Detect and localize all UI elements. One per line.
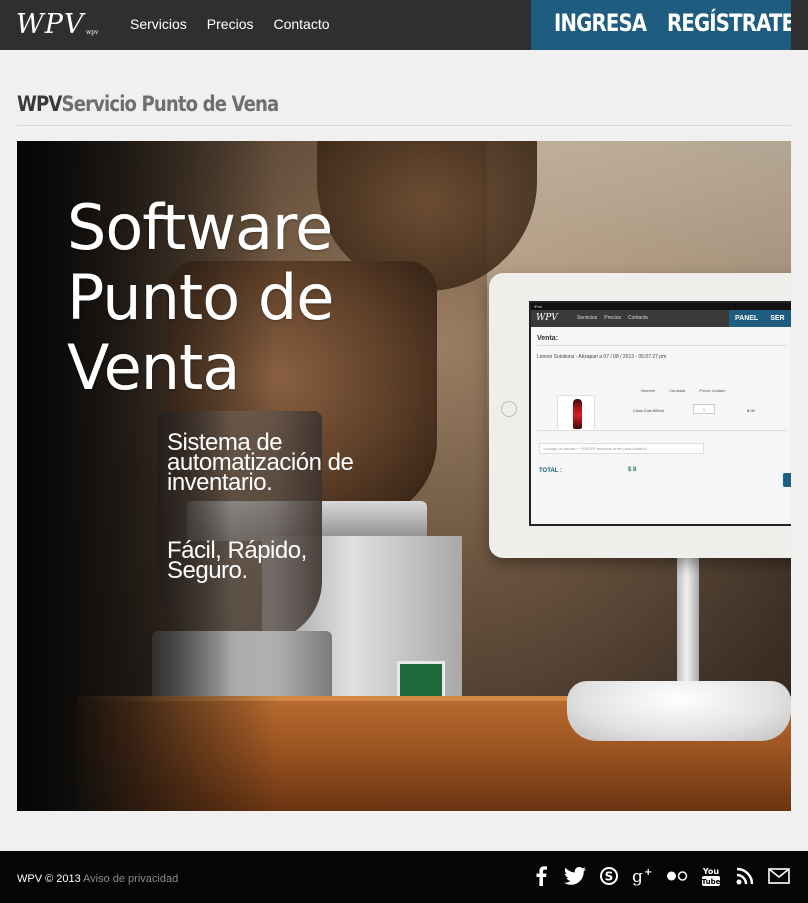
screen-panel-label: PANEL <box>735 315 759 322</box>
main-nav: Servicios Precios Contacto <box>130 16 330 32</box>
screen-nav-precios: Precios <box>604 315 621 321</box>
top-navbar: WPV wpv Servicios Precios Contacto INGRE… <box>0 0 808 50</box>
hero-grinder-badge <box>397 661 445 701</box>
svg-text:g: g <box>632 867 643 886</box>
tablet-stand-foot <box>567 681 791 741</box>
page-title-text: Servicio Punto de Vena <box>61 92 280 116</box>
copyright-text: WPV © 2013 <box>17 873 81 885</box>
facebook-icon[interactable] <box>530 865 552 887</box>
screen-product-image <box>557 395 595 431</box>
tablet-home-button <box>501 401 517 417</box>
screen-sale-meta: Lemon Solutions - Atizapan a 07 / 08 / 2… <box>537 354 667 360</box>
screen-nav-servicios: Servicios <box>577 315 598 321</box>
page-title: WPVServicio Punto de Vena <box>17 92 280 116</box>
tablet-stand <box>677 558 699 688</box>
tablet-screen: iPad WPV Servicios Precios Contacto PANE… <box>529 301 791 526</box>
screen-navbar: WPV Servicios Precios Contacto PANEL SER <box>531 310 791 327</box>
screen-nav-contacto: Contacto <box>627 315 648 321</box>
screen-panel-button: PANEL SER <box>729 310 791 327</box>
screen-total-value: $ 8 <box>628 467 637 473</box>
screen-col-precio: Precio Unitario <box>699 388 726 393</box>
screen-total-label: TOTAL : <box>539 468 562 474</box>
mail-icon[interactable] <box>768 865 790 887</box>
screen-product-qty: 1 <box>693 404 715 414</box>
hero-tagline: Fácil, Rápido, Seguro. <box>167 537 307 584</box>
screen-panel-next-label: SER <box>770 315 785 322</box>
social-links: S g + You Tube <box>530 865 790 887</box>
youtube-icon[interactable]: You Tube <box>700 865 722 887</box>
nav-contacto-link[interactable]: Contacto <box>273 16 329 32</box>
title-divider <box>17 125 791 126</box>
hero-subtitle: Sistema de automatización de inventario. <box>167 429 354 496</box>
navbar-edge <box>791 0 808 50</box>
logo-text: WPV <box>16 9 85 40</box>
screen-action-button <box>783 473 791 487</box>
svg-text:You: You <box>702 867 720 876</box>
screen-product-price: $ 00 <box>747 408 755 413</box>
twitter-icon[interactable] <box>564 865 586 887</box>
rss-icon[interactable] <box>734 865 756 887</box>
site-logo[interactable]: WPV wpv <box>16 9 98 40</box>
screen-heading: Venta: <box>537 335 559 342</box>
hero-title: Software Punto de Venta <box>67 191 334 404</box>
screen-barcode-input: <código de barras> + ENTER presione ente… <box>539 443 704 454</box>
svg-text:+: + <box>644 867 652 878</box>
nav-servicios-link[interactable]: Servicios <box>130 16 187 32</box>
svg-text:S: S <box>605 870 614 884</box>
privacy-link[interactable]: Aviso de privacidad <box>83 873 178 885</box>
screen-divider <box>537 345 787 346</box>
screen-table-header: Nombre Cantidad Precio Unitario <box>641 388 725 393</box>
screen-col-nombre: Nombre <box>641 388 656 393</box>
footer: WPV © 2013 Aviso de privacidad S g + You T… <box>0 851 808 903</box>
tablet-device: iPad WPV Servicios Precios Contacto PANE… <box>489 273 791 558</box>
screen-status-bar: iPad <box>531 303 791 310</box>
nav-precios-link[interactable]: Precios <box>207 16 254 32</box>
auth-buttons: INGRESA REGÍSTRATE <box>531 0 795 50</box>
screen-product-name: Coca Cola 600ml <box>633 408 664 413</box>
svg-text:Tube: Tube <box>702 878 721 886</box>
screen-logo: WPV <box>536 313 558 323</box>
flickr-icon[interactable] <box>666 865 688 887</box>
logo-subtext: wpv <box>86 29 99 36</box>
screen-divider-2 <box>537 430 787 431</box>
skype-icon[interactable]: S <box>598 865 620 887</box>
screen-col-cantidad: Cantidad <box>669 388 686 393</box>
hero-banner: iPad WPV Servicios Precios Contacto PANE… <box>17 141 791 811</box>
google-plus-icon[interactable]: g + <box>632 865 654 887</box>
page-title-brand: WPV <box>17 92 62 116</box>
register-button[interactable]: REGÍSTRATE <box>667 9 795 37</box>
screen-nav-links: Servicios Precios Contacto <box>577 315 648 321</box>
login-button[interactable]: INGRESA <box>554 9 647 37</box>
soda-bottle-icon <box>573 399 582 429</box>
